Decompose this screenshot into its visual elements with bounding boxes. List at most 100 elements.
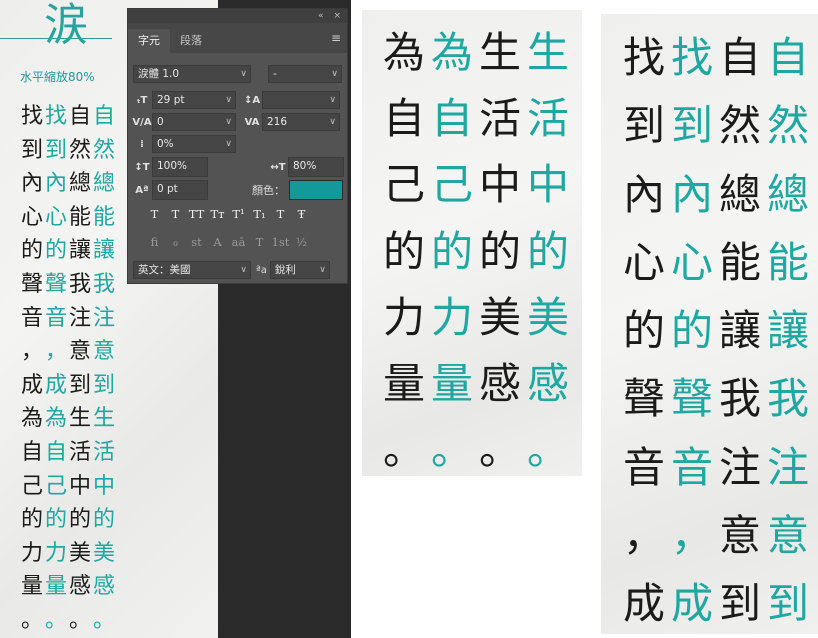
glyph: 音: [622, 442, 665, 492]
opentype-feature-button-7[interactable]: ½: [291, 235, 312, 249]
glyph: 感: [92, 574, 115, 600]
text-column: 找到內心的聲音，成為自己的力量。: [20, 100, 44, 638]
type-style-button-0[interactable]: T: [144, 207, 165, 221]
type-style-button-1[interactable]: T: [165, 207, 186, 221]
opentype-feature-button-1[interactable]: ℴ: [165, 235, 186, 249]
glyph: 音: [20, 305, 43, 331]
opentype-feature-button-3[interactable]: A: [207, 235, 228, 249]
glyph: 自: [92, 104, 115, 129]
glyph: 然: [766, 101, 809, 151]
text-column: 找到內心的聲音，成為自己的力量。: [44, 100, 68, 638]
antialias-value: 銳利: [274, 264, 296, 276]
glyph: 己: [20, 473, 43, 499]
glyph: 的: [382, 226, 425, 276]
glyph: 力: [44, 540, 67, 566]
leading-field[interactable]: ∨: [262, 91, 340, 109]
glyph: 生: [68, 406, 91, 432]
glyph: ，: [20, 339, 43, 365]
glyph: 自: [766, 33, 809, 82]
opentype-feature-button-0[interactable]: fi: [144, 235, 165, 249]
glyph: 我: [766, 374, 809, 424]
mid-vertical-sample: 為自己的力量。為自己的力量。生活中的美感。生活中的美感。: [380, 20, 572, 483]
type-style-button-5[interactable]: T₁: [249, 207, 270, 221]
language-select[interactable]: 英文：美國 ∨: [133, 261, 251, 279]
glyph: 心: [20, 204, 43, 230]
glyph: 的: [622, 306, 665, 356]
font-style-select[interactable]: - ∨: [268, 65, 342, 83]
vertical-scale-value: 100%: [157, 160, 188, 172]
glyph: 心: [670, 237, 713, 287]
type-style-buttons: T T TT Tт T¹ T₁ T Ŧ: [144, 207, 312, 221]
glyph: 聲: [622, 374, 665, 424]
tsume-field[interactable]: 0% ∨: [152, 135, 236, 153]
close-icon[interactable]: ×: [333, 11, 341, 21]
antialias-select[interactable]: 銳利 ∨: [269, 261, 330, 279]
font-size-field[interactable]: 29 pt ∨: [152, 91, 236, 109]
panel-tabs: 字元 段落 ≡: [128, 23, 347, 53]
horizontal-scale-field[interactable]: 80%: [288, 157, 344, 177]
glyph: 內: [622, 169, 665, 219]
glyph: 找: [622, 33, 665, 82]
type-style-button-2[interactable]: TT: [186, 207, 207, 221]
glyph: ，: [44, 339, 67, 365]
glyph: 自: [44, 439, 67, 465]
color-label: 顏色：: [252, 184, 285, 197]
chevron-down-icon: ∨: [329, 95, 336, 105]
glyph: 注: [68, 305, 91, 331]
tab-character[interactable]: 字元: [128, 29, 170, 53]
glyph: 力: [382, 292, 425, 342]
baseline-shift-icon: Aª: [135, 184, 149, 196]
type-style-button-3[interactable]: Tт: [207, 207, 228, 221]
right-vertical-sample: 找到內心的聲音，成找到內心的聲音，成自然總能讓我注意到自然總能讓我注意到: [620, 24, 812, 638]
glyph: 讓: [766, 306, 809, 356]
glyph: 為: [44, 406, 67, 432]
baseline-shift-field[interactable]: 0 pt: [152, 180, 208, 200]
vertical-scale-field[interactable]: 100%: [152, 157, 208, 177]
glyph: 注: [718, 442, 761, 492]
glyph: 量: [430, 358, 473, 408]
glyph: 。: [20, 607, 43, 633]
glyph: 內: [670, 169, 713, 219]
glyph: 。: [478, 425, 521, 475]
opentype-feature-button-4[interactable]: aā: [228, 235, 249, 249]
glyph: 的: [44, 507, 67, 533]
glyph: 能: [718, 237, 761, 287]
glyph: 我: [92, 271, 115, 297]
type-style-button-4[interactable]: T¹: [228, 207, 249, 221]
glyph: 自: [382, 94, 425, 144]
glyph: 己: [44, 473, 67, 499]
collapse-icon[interactable]: «: [318, 11, 324, 21]
text-column: 自然總能讓我注意到生活中的美感。: [92, 100, 116, 638]
glyph: 能: [766, 237, 809, 287]
type-style-button-7[interactable]: Ŧ: [291, 207, 312, 221]
color-swatch[interactable]: [289, 180, 343, 200]
chevron-down-icon: ∨: [319, 265, 326, 275]
opentype-feature-button-2[interactable]: st: [186, 235, 207, 249]
font-style-value: -: [273, 68, 277, 80]
character-panel: « × 字元 段落 ≡ 淚體 1.0 ∨ - ∨ ₜT 29 pt ∨ ↕A ∨…: [127, 8, 348, 284]
tab-paragraph[interactable]: 段落: [170, 29, 212, 53]
glyph: 心: [622, 237, 665, 287]
type-style-button-6[interactable]: T: [270, 207, 291, 221]
text-column: 自然總能讓我注意到: [764, 24, 812, 638]
glyph: 。: [526, 425, 569, 475]
glyph: 力: [430, 292, 473, 342]
glyph: ，: [670, 511, 713, 561]
glyph: 。: [68, 607, 91, 633]
glyph: 注: [92, 305, 115, 331]
panel-menu-icon[interactable]: ≡: [331, 31, 341, 45]
glyph: 自: [68, 104, 91, 129]
glyph: 量: [20, 574, 43, 600]
glyph: 的: [430, 226, 473, 276]
kerning-field[interactable]: 0 ∨: [152, 113, 236, 131]
glyph: 內: [20, 171, 43, 197]
opentype-feature-button-6[interactable]: 1st: [270, 235, 291, 249]
chevron-down-icon: ∨: [240, 265, 247, 275]
glyph: 意: [92, 339, 115, 365]
glyph: 的: [670, 306, 713, 356]
font-family-select[interactable]: 淚體 1.0 ∨: [133, 65, 251, 83]
glyph: 成: [622, 579, 665, 629]
opentype-feature-button-5[interactable]: T: [249, 235, 270, 249]
tracking-field[interactable]: 216 ∨: [262, 113, 340, 131]
glyph: 讓: [68, 238, 91, 264]
